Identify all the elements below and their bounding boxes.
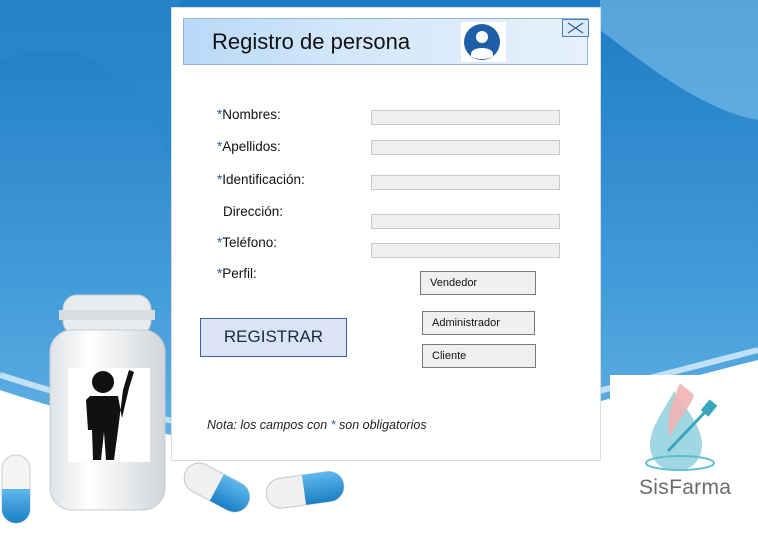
- label-apellidos: *Apellidos:: [217, 139, 281, 154]
- registration-dialog: Registro de persona *Nombres: *Apellidos…: [171, 7, 601, 461]
- sisfarma-logo: SisFarma: [610, 375, 758, 535]
- register-button[interactable]: REGISTRAR: [200, 318, 347, 357]
- profile-vendedor-button[interactable]: Vendedor: [420, 271, 536, 295]
- apellidos-input[interactable]: [371, 140, 560, 155]
- close-icon: [567, 22, 584, 34]
- identificacion-input[interactable]: [371, 175, 560, 190]
- profile-cliente-button[interactable]: Cliente: [422, 344, 536, 368]
- direccion-input[interactable]: [371, 214, 560, 229]
- label-perfil: *Perfil:: [217, 266, 257, 281]
- label-telefono: *Teléfono:: [217, 235, 278, 250]
- brand-name: SisFarma: [639, 476, 732, 499]
- dialog-header: Registro de persona: [183, 18, 589, 65]
- nombres-input[interactable]: [371, 110, 560, 125]
- label-identificacion: *Identificación:: [217, 172, 305, 187]
- profile-administrador-button[interactable]: Administrador: [422, 311, 535, 335]
- drop-logo-icon: [645, 383, 718, 471]
- label-nombres: *Nombres:: [217, 107, 281, 122]
- dialog-title: Registro de persona: [212, 29, 411, 54]
- label-direccion: Dirección:: [223, 204, 284, 219]
- telefono-input[interactable]: [371, 243, 560, 258]
- close-button[interactable]: [562, 19, 589, 37]
- required-fields-note: Nota: los campos con * son obligatorios: [207, 418, 427, 432]
- user-avatar-icon: [461, 22, 506, 62]
